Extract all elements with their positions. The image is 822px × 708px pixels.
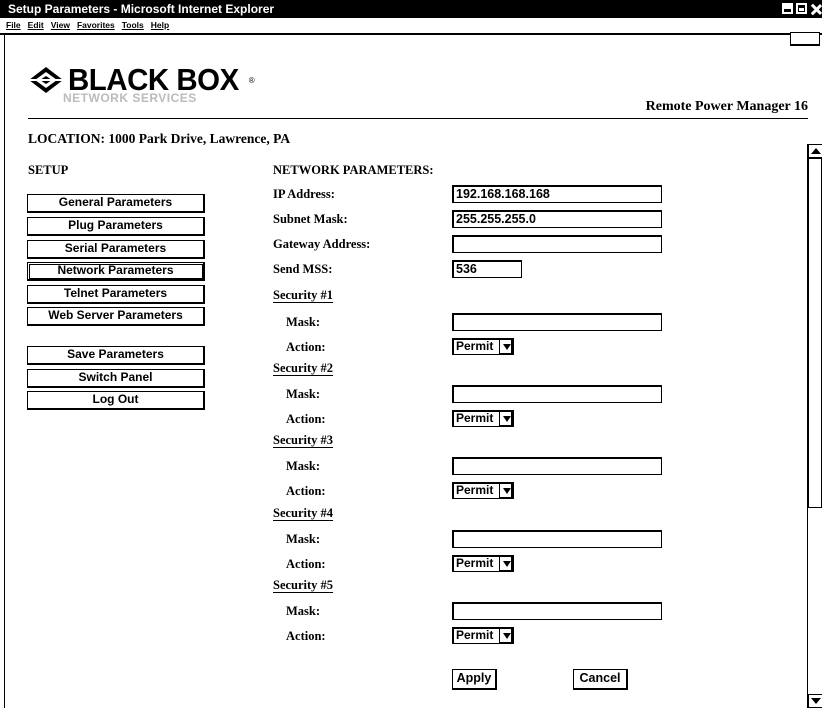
security-2-heading: Security #2	[273, 361, 334, 375]
subnet-mask-input[interactable]: 255.255.255.0	[452, 210, 662, 228]
close-icon[interactable]	[809, 2, 822, 15]
diamond-logo-icon	[29, 67, 63, 93]
security-4-action-label: Action:	[286, 557, 326, 571]
security-3-action-label: Action:	[286, 484, 326, 498]
web-server-parameters-button[interactable]: Web Server Parameters	[27, 307, 205, 326]
gateway-address-input[interactable]	[452, 235, 662, 253]
security-4-mask-input[interactable]	[452, 530, 662, 548]
menu-view[interactable]: View	[51, 18, 70, 33]
security-5-mask-label: Mask:	[286, 604, 321, 618]
header-divider	[28, 118, 808, 119]
product-name: Remote Power Manager 16	[645, 99, 808, 114]
menu-favorites[interactable]: Favorites	[77, 18, 115, 33]
security-2-action-select[interactable]: Permit	[452, 410, 514, 427]
security-3-heading: Security #3	[273, 433, 334, 447]
window-controls	[781, 2, 822, 16]
security-4-heading: Security #4	[273, 506, 334, 520]
logo-text: BLACK BOX	[68, 62, 239, 97]
serial-parameters-button[interactable]: Serial Parameters	[27, 240, 205, 259]
security-3-mask-label: Mask:	[286, 459, 321, 473]
security-5-action-select[interactable]: Permit	[452, 627, 514, 644]
general-parameters-button[interactable]: General Parameters	[27, 194, 205, 213]
telnet-parameters-button[interactable]: Telnet Parameters	[27, 285, 205, 304]
plug-parameters-button[interactable]: Plug Parameters	[27, 217, 205, 236]
dropdown-arrow-icon[interactable]	[499, 411, 513, 426]
network-parameters-button[interactable]: Network Parameters	[27, 262, 205, 281]
window-title-bar: Setup Parameters - Microsoft Internet Ex…	[0, 0, 822, 18]
dropdown-arrow-icon[interactable]	[499, 628, 513, 643]
security-1-action-label: Action:	[286, 340, 326, 354]
security-2-action-label: Action:	[286, 412, 326, 426]
cancel-button[interactable]: Cancel	[573, 669, 628, 690]
menu-tools[interactable]: Tools	[122, 18, 144, 33]
registered-mark-icon: ®	[248, 75, 255, 85]
setup-heading: SETUP	[28, 163, 69, 177]
menu-help[interactable]: Help	[151, 18, 169, 33]
security-3-mask-input[interactable]	[452, 457, 662, 475]
vertical-scrollbar[interactable]	[807, 144, 822, 708]
security-1-mask-input[interactable]	[452, 313, 662, 331]
ip-address-label: IP Address:	[273, 187, 335, 201]
security-4-action-select[interactable]: Permit	[452, 555, 514, 572]
scrollbar-thumb[interactable]	[808, 158, 822, 508]
scroll-up-icon[interactable]	[808, 144, 822, 158]
security-2-mask-label: Mask:	[286, 387, 321, 401]
menu-edit[interactable]: Edit	[28, 18, 44, 33]
scroll-down-icon[interactable]	[808, 694, 822, 708]
maximize-icon[interactable]	[795, 2, 808, 15]
window-title: Setup Parameters - Microsoft Internet Ex…	[8, 2, 275, 16]
apply-button[interactable]: Apply	[452, 669, 497, 690]
subnet-mask-label: Subnet Mask:	[273, 212, 348, 226]
dropdown-arrow-icon[interactable]	[499, 556, 513, 571]
location-text: LOCATION: 1000 Park Drive, Lawrence, PA	[28, 131, 291, 146]
menu-bar: File Edit View Favorites Tools Help	[0, 18, 822, 35]
security-1-mask-label: Mask:	[286, 315, 321, 329]
minimize-icon[interactable]	[781, 2, 794, 15]
switch-panel-button[interactable]: Switch Panel	[27, 369, 205, 388]
network-parameters-heading: NETWORK PARAMETERS:	[273, 163, 434, 177]
security-5-mask-input[interactable]	[452, 602, 662, 620]
security-3-action-select[interactable]: Permit	[452, 482, 514, 499]
browser-throbber-icon	[790, 32, 820, 46]
gateway-address-label: Gateway Address:	[273, 237, 371, 251]
security-1-heading: Security #1	[273, 288, 334, 302]
dropdown-arrow-icon[interactable]	[499, 339, 513, 354]
security-2-mask-input[interactable]	[452, 385, 662, 403]
security-1-action-value: Permit	[456, 339, 494, 353]
black-box-logo: BLACK BOX ® NETWORK SERVICES	[28, 62, 255, 105]
send-mss-input[interactable]: 536	[452, 260, 522, 278]
security-3-action-value: Permit	[456, 483, 494, 497]
window-edge	[4, 35, 5, 708]
security-5-action-value: Permit	[456, 628, 494, 642]
security-5-heading: Security #5	[273, 578, 334, 592]
menu-file[interactable]: File	[6, 18, 21, 33]
security-4-action-value: Permit	[456, 556, 494, 570]
security-1-action-select[interactable]: Permit	[452, 338, 514, 355]
security-4-mask-label: Mask:	[286, 532, 321, 546]
send-mss-label: Send MSS:	[273, 262, 333, 276]
log-out-button[interactable]: Log Out	[27, 391, 205, 410]
dropdown-arrow-icon[interactable]	[499, 483, 513, 498]
save-parameters-button[interactable]: Save Parameters	[27, 346, 205, 365]
security-2-action-value: Permit	[456, 411, 494, 425]
ip-address-input[interactable]: 192.168.168.168	[452, 185, 662, 203]
security-5-action-label: Action:	[286, 629, 326, 643]
